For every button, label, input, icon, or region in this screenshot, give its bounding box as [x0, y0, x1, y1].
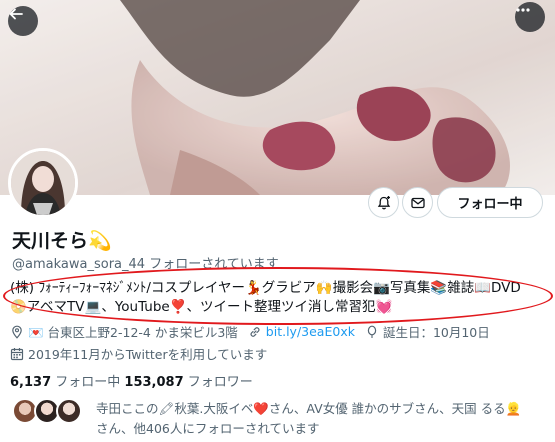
- bio-line-1: (株) ﾌｫｰﾃｨｰﾌｫｰﾏﾈｼﾞﾒﾝﾄ/コスプレイヤー💃グラビア🙌撮影会📷写真…: [10, 280, 521, 296]
- follow-counts: 6,137 フォロー中 153,087 フォロワー: [10, 371, 253, 390]
- profile-meta-row: 💌 台東区上野2-12-4 かま栄ビル3階 bit.ly/3eaE0xk 誕生日…: [10, 322, 500, 341]
- fy-line-1: 寺田ここの🖍秋葉.大阪イベ❤️さん、AV女優 誰かのサブさん、天国 るる👱: [96, 401, 522, 416]
- message-button[interactable]: [402, 187, 433, 218]
- bell-plus-icon: [377, 195, 390, 209]
- followers-link[interactable]: 153,087 フォロワー: [124, 375, 252, 390]
- profile-bio: (株) ﾌｫｰﾃｨｰﾌｫｰﾏﾈｼﾞﾒﾝﾄ/コスプレイヤー💃グラビア🙌撮影会📷写真…: [10, 279, 550, 317]
- avatar[interactable]: [8, 148, 78, 218]
- follows-you-label: フォローされています: [149, 257, 279, 272]
- more-button[interactable]: [515, 2, 545, 32]
- notify-button[interactable]: [368, 187, 399, 218]
- following-count: 6,137: [10, 375, 52, 390]
- birthday-text: 誕生日：10月10日: [382, 325, 490, 340]
- followers-you-know-text[interactable]: 寺田ここの🖍秋葉.大阪イベ❤️さん、AV女優 誰かのサブさん、天国 るる👱 さん…: [96, 399, 548, 439]
- banner-photo: [0, 0, 555, 195]
- avatar: [56, 398, 82, 424]
- profile-name-text: 天川そら: [12, 230, 89, 252]
- location-item: 💌 台東区上野2-12-4 かま栄ビル3階: [10, 322, 238, 341]
- more-dots-icon: [516, 8, 530, 12]
- calendar-icon: [10, 347, 24, 360]
- birthday-item: 誕生日：10月10日: [365, 322, 490, 341]
- link-icon: [250, 326, 260, 337]
- profile-name: 天川そら💫: [12, 226, 112, 253]
- location-pin-icon: [12, 325, 22, 339]
- mail-icon: [410, 197, 425, 208]
- arrow-left-icon: [9, 8, 23, 20]
- name-emoji: 💫: [88, 230, 112, 252]
- joined-text: 2019年11月からTwitterを利用しています: [28, 347, 268, 362]
- followers-count: 153,087: [124, 375, 184, 390]
- following-button[interactable]: フォロー中: [437, 187, 543, 218]
- following-link[interactable]: 6,137 フォロー中: [10, 375, 120, 390]
- website-item[interactable]: bit.ly/3eaE0xk: [248, 324, 355, 339]
- following-label: フォロー中: [55, 375, 121, 390]
- bio-line-2: 📀アベマTV💻、YouTube❣️、ツイート整理ツイ消し常習犯💓: [10, 299, 393, 315]
- location-text: 💌 台東区上野2-12-4 かま栄ビル3階: [28, 325, 238, 340]
- avatar-photo: [11, 151, 75, 215]
- handle-row: @amakawa_sora_44 フォローされています: [12, 253, 279, 272]
- profile-handle: @amakawa_sora_44: [12, 257, 146, 272]
- profile-banner[interactable]: [0, 0, 555, 195]
- website-link[interactable]: bit.ly/3eaE0xk: [266, 324, 355, 339]
- joined-row: 2019年11月からTwitterを利用しています: [10, 344, 267, 363]
- followers-label: フォロワー: [187, 375, 253, 390]
- balloon-icon: [367, 325, 377, 338]
- fy-line-2: さん、他406人にフォローされています: [96, 421, 320, 436]
- back-button[interactable]: [8, 6, 38, 36]
